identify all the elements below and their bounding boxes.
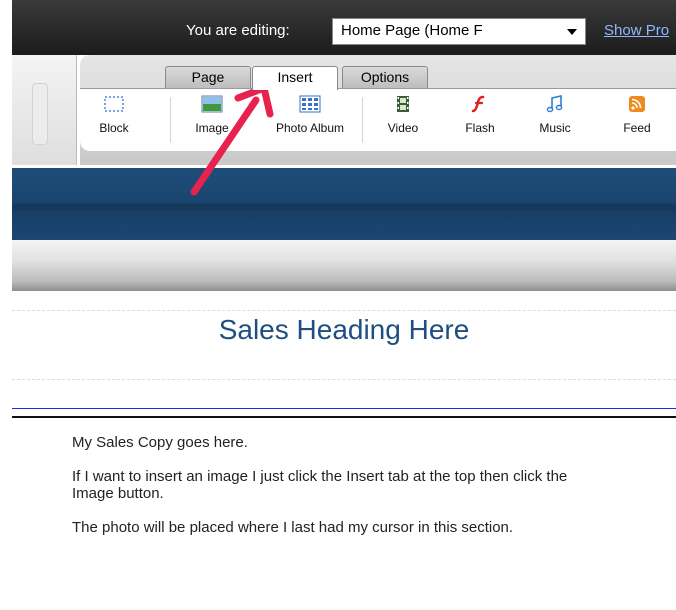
tool-label: Image: [195, 121, 229, 135]
section-divider: [12, 416, 676, 418]
copy-paragraph[interactable]: The photo will be placed where I last ha…: [72, 519, 612, 536]
grip-handle-icon[interactable]: [32, 83, 48, 145]
feed-button[interactable]: Feed: [607, 95, 667, 135]
editor-topbar: You are editing: Home Page (Home F Show …: [12, 0, 676, 55]
ribbon-divider: [170, 97, 171, 143]
flash-icon: [471, 95, 485, 113]
editor-toolbar: Page Insert Options Block Image Photo Al…: [80, 55, 676, 165]
rss-icon: [629, 96, 645, 112]
tool-label: Photo Album: [275, 121, 345, 135]
tool-label: Block: [99, 121, 129, 135]
music-button[interactable]: Music: [525, 95, 585, 135]
image-button[interactable]: Image: [182, 95, 242, 135]
show-link[interactable]: Show Pro: [604, 22, 676, 39]
copy-paragraph[interactable]: My Sales Copy goes here.: [72, 434, 612, 451]
chevron-down-icon: [567, 29, 577, 35]
tab-label: Page: [191, 69, 225, 85]
block-button[interactable]: Block: [84, 95, 144, 135]
tab-page[interactable]: Page: [165, 66, 251, 88]
tool-label: Feed: [623, 121, 651, 135]
dashed-divider: [12, 379, 676, 380]
site-header-band: [12, 168, 676, 240]
music-note-icon: [546, 95, 563, 113]
insert-ribbon: Block Image Photo Album Video Flash Musi…: [80, 88, 676, 151]
header-stripe: [12, 204, 676, 210]
video-button[interactable]: Video: [373, 95, 433, 135]
flash-button[interactable]: Flash: [450, 95, 510, 135]
left-panel: [12, 55, 77, 165]
ribbon-divider: [362, 97, 363, 143]
sales-heading[interactable]: Sales Heading Here: [12, 314, 676, 346]
editing-label: You are editing:: [186, 22, 290, 39]
photo-album-button[interactable]: Photo Album: [270, 95, 350, 135]
film-icon: [397, 96, 409, 112]
tab-options[interactable]: Options: [342, 66, 428, 88]
tab-label: Options: [360, 69, 410, 85]
tool-label: Music: [539, 121, 571, 135]
tool-label: Flash: [465, 121, 495, 135]
dashed-divider: [12, 310, 676, 311]
tab-insert[interactable]: Insert: [252, 66, 338, 90]
tool-label: Video: [387, 121, 419, 135]
heading-underline: [12, 408, 676, 409]
copy-paragraph[interactable]: If I want to insert an image I just clic…: [72, 468, 612, 502]
image-icon: [201, 95, 223, 113]
nav-bar-band: [12, 240, 676, 291]
block-icon: [104, 96, 124, 112]
page-select-dropdown[interactable]: Home Page (Home F: [332, 18, 586, 45]
page-select-value: Home Page (Home F: [341, 22, 483, 39]
tab-label: Insert: [277, 69, 313, 85]
photo-album-icon: [299, 95, 321, 113]
